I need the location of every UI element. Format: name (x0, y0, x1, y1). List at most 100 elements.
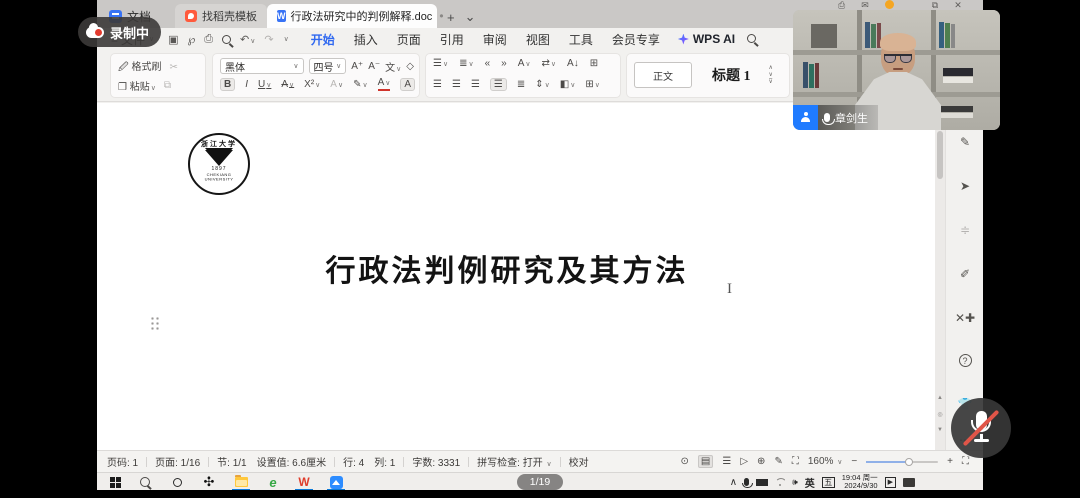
ime-mode-box[interactable]: 五 (822, 477, 835, 488)
cortana-icon[interactable] (169, 475, 185, 489)
numbering-button[interactable]: ≣∨ (459, 58, 474, 69)
print-mini-icon[interactable]: ⎙ (838, 0, 845, 10)
status-spellcheck[interactable]: 拼写检查: 打开 ∨ (477, 454, 551, 469)
document-page[interactable]: 浙江大学 1897 CHEKIANG UNIVERSITY 行政法判例研究及其方… (97, 103, 935, 450)
print-icon[interactable]: ⎙ (204, 33, 213, 46)
adjust-sliders-icon[interactable]: ≑ (946, 223, 983, 237)
tab-page[interactable]: 页面 (397, 31, 421, 48)
font-name-select[interactable]: 黑体∨ (220, 58, 304, 74)
zoom-slider-handle[interactable] (905, 458, 913, 466)
italic-button[interactable]: I (245, 79, 248, 90)
vertical-scrollbar[interactable]: ▲ ▲ ◎ ▼ (935, 103, 945, 450)
file-explorer-icon[interactable] (233, 475, 249, 489)
bold-button[interactable]: B (220, 78, 235, 91)
phonetic-guide-button[interactable]: 文∨ (385, 59, 401, 74)
mute-button[interactable] (951, 398, 1011, 458)
select-cursor-icon[interactable]: ➤ (946, 179, 983, 193)
tab-tools[interactable]: 工具 (569, 31, 593, 48)
paste-button[interactable]: ❐ 粘贴∨ (118, 78, 156, 93)
speaker-icon[interactable]: 🕪 (792, 477, 798, 488)
zoom-level[interactable]: 160% ∨ (808, 456, 842, 467)
line-spacing-button[interactable]: ⇕∨ (535, 79, 550, 90)
strikethrough-button[interactable]: A∨ (281, 79, 294, 90)
member-badge-icon[interactable] (885, 0, 894, 9)
browse-object-icon[interactable]: ◎ (935, 411, 945, 418)
align-center-icon[interactable]: ☰ (452, 79, 461, 90)
outline-view-icon[interactable]: ☰ (722, 456, 731, 467)
notes-pen-icon[interactable]: ✐ (946, 267, 983, 281)
browser-icon[interactable]: e (265, 475, 281, 489)
scrollbar-thumb[interactable] (937, 131, 943, 179)
security-app-icon[interactable]: ✣ (201, 475, 217, 489)
undo-icon[interactable]: ↶∨ (240, 33, 255, 46)
zoom-slider[interactable] (866, 461, 938, 463)
tab-insert[interactable]: 插入 (354, 31, 378, 48)
tab-docer-templates[interactable]: 找稻壳模板 (175, 4, 267, 28)
text-direction-button[interactable]: ⇄∨ (542, 58, 557, 69)
touch-keyboard-icon[interactable]: ▶ (885, 477, 896, 488)
restore-icon[interactable]: ⧉ (932, 0, 938, 10)
sort-button[interactable]: A↓ (567, 58, 579, 69)
recording-badge[interactable]: 录制中 (78, 17, 161, 47)
participant-video[interactable]: 章剑生 (793, 10, 1000, 130)
tab-view[interactable]: 视图 (526, 31, 550, 48)
fit-page-icon[interactable]: ⛶ (792, 456, 799, 467)
tab-list-dropdown-icon[interactable]: ⌄ (465, 9, 476, 28)
align-left-icon[interactable]: ☰ (433, 79, 442, 90)
clear-format-icon[interactable]: ◇ (406, 61, 414, 72)
wps-taskbar-icon[interactable]: W (296, 475, 312, 489)
font-color-button[interactable]: A∨ (378, 78, 391, 91)
align-right-icon[interactable]: ☰ (471, 79, 480, 90)
clock[interactable]: 19:04 周一 2024/9/30 (842, 474, 878, 490)
close-icon[interactable]: ✕ (954, 0, 962, 10)
tray-expand-icon[interactable]: ∧ (730, 477, 737, 488)
tab-reference[interactable]: 引用 (440, 31, 464, 48)
new-tab-button[interactable]: + (447, 10, 455, 28)
status-word-count[interactable]: 字数: 3331 (412, 454, 460, 469)
justify-icon[interactable]: ☰ (490, 78, 507, 91)
decrease-indent-icon[interactable]: « (485, 58, 491, 69)
ime-indicator[interactable]: 英 (805, 475, 815, 490)
wifi-icon[interactable] (775, 478, 785, 486)
show-desktop-icon[interactable] (903, 478, 915, 487)
export-pdf-icon[interactable]: ℘ (188, 33, 196, 46)
customize-toolbar-icon[interactable]: ∨ (284, 35, 289, 43)
read-mode-icon[interactable]: ▷ (740, 456, 748, 467)
copy-icon[interactable]: ⧉ (164, 80, 171, 91)
toolbox-icon[interactable]: ✕✚ (946, 311, 983, 325)
show-marks-icon[interactable]: ⊞ (590, 58, 598, 69)
increase-font-button[interactable]: A⁺ (351, 61, 363, 72)
tray-mic-icon[interactable] (744, 478, 749, 486)
fullscreen-icon[interactable]: ⛶ (962, 456, 969, 467)
page-view-icon[interactable]: ▤ (698, 455, 713, 468)
zoom-out-icon[interactable]: − (851, 456, 857, 467)
borders-button[interactable]: ⊞∨ (585, 79, 600, 90)
bullets-button[interactable]: ☰∨ (433, 58, 448, 69)
style-gallery-arrows[interactable]: ∧∨⊽ (769, 65, 773, 85)
increase-indent-icon[interactable]: » (501, 58, 507, 69)
edit-mode-icon[interactable]: ✎ (774, 456, 782, 467)
font-size-select[interactable]: 四号∨ (309, 58, 347, 74)
drag-handle-icon[interactable] (150, 316, 159, 330)
distribute-icon[interactable]: ≣ (517, 79, 525, 90)
search-icon[interactable] (747, 34, 756, 43)
highlighter-button[interactable]: ✎∨ (353, 79, 368, 90)
underline-button[interactable]: U∨ (258, 79, 271, 90)
zoom-in-icon[interactable]: + (947, 456, 953, 467)
annotate-pen-icon[interactable]: ✎ (946, 135, 983, 149)
status-proofread[interactable]: 校对 (569, 454, 589, 469)
tab-home[interactable]: 开始 (311, 31, 335, 48)
format-painter-button[interactable]: 🖉 格式刷 (118, 58, 161, 77)
shading-button[interactable]: ◧∨ (560, 79, 576, 90)
tab-review[interactable]: 审阅 (483, 31, 507, 48)
eye-protect-icon[interactable]: ⊙ (681, 456, 689, 467)
web-view-icon[interactable]: ⊕ (757, 456, 765, 467)
tab-membership[interactable]: 会员专享 (612, 31, 660, 48)
style-heading1[interactable]: 标题 1 (712, 65, 751, 85)
style-body-text[interactable]: 正文 (634, 62, 692, 88)
print-preview-icon[interactable] (222, 35, 231, 44)
help-icon[interactable]: ? (946, 353, 983, 367)
wps-ai-button[interactable]: WPS AI (678, 32, 735, 46)
next-page-icon[interactable]: ▼ (935, 427, 945, 433)
asian-layout-button[interactable]: A∨ (518, 58, 531, 69)
